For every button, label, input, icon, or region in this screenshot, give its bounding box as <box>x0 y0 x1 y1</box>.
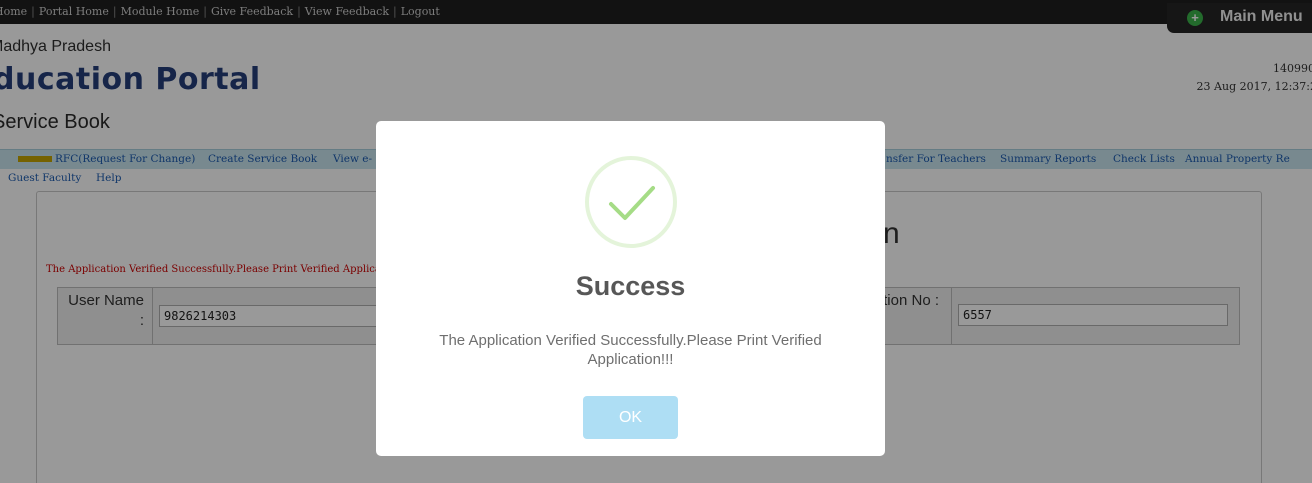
ok-button[interactable]: OK <box>583 396 678 439</box>
success-dialog: Success The Application Verified Success… <box>376 121 885 456</box>
success-check-icon <box>585 156 677 248</box>
dialog-title: Success <box>575 271 686 301</box>
checkmark-icon <box>609 186 655 220</box>
dialog-message: The Application Verified Successfully.Pl… <box>439 332 822 368</box>
